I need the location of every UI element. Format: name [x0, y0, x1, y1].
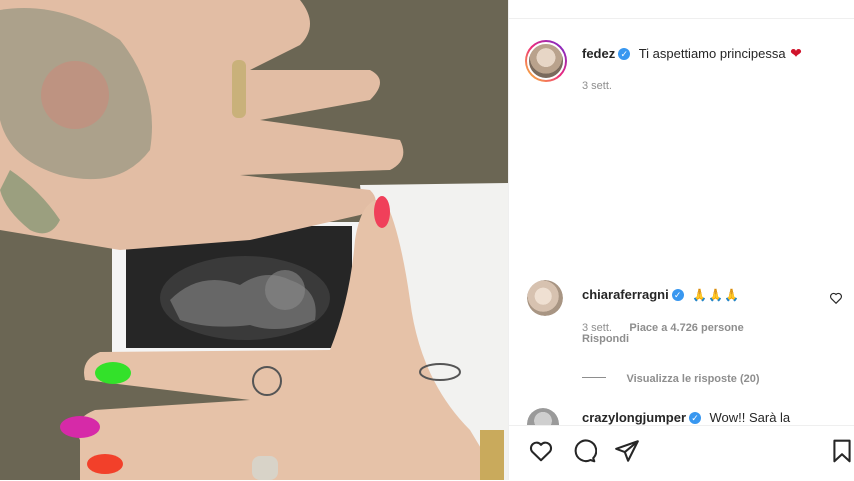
comment-partial: crazylongjumper ✓ Wow!! Sarà la — [509, 405, 854, 425]
reply-button[interactable]: Rispondi — [582, 333, 629, 345]
view-replies[interactable]: Visualizza le risposte (20) — [582, 369, 760, 387]
verified-icon: ✓ — [671, 288, 684, 301]
author-avatar[interactable] — [525, 40, 567, 82]
verified-icon: ✓ — [618, 47, 631, 60]
divider — [509, 18, 854, 19]
post-photo[interactable] — [0, 0, 508, 480]
verified-icon: ✓ — [689, 411, 702, 424]
comment-username[interactable]: crazylongjumper — [582, 410, 686, 425]
replies-line — [582, 377, 606, 379]
action-bar — [509, 425, 854, 481]
post-side-panel: fedez ✓ Ti aspettiamo principessa ❤ 3 set… — [508, 0, 854, 480]
heart-icon[interactable] — [528, 438, 554, 464]
post-time[interactable]: 3 sett. — [582, 80, 612, 92]
author-username[interactable]: fedez — [582, 46, 615, 61]
comment-likes[interactable]: Piace a 4.726 persone — [629, 322, 743, 334]
commenter-avatar[interactable] — [527, 280, 563, 316]
caption: fedez ✓ Ti aspettiamo principessa ❤ — [582, 45, 802, 63]
caption-text: Ti aspettiamo principessa — [638, 46, 786, 61]
bookmark-icon[interactable] — [829, 438, 854, 464]
commenter-avatar[interactable] — [527, 408, 559, 425]
comment-username[interactable]: chiaraferragni — [582, 287, 669, 302]
comment: chiaraferragni ✓ 🙏🙏🙏 — [582, 286, 740, 304]
share-icon[interactable] — [614, 438, 640, 464]
comment-text: Wow!! Sarà la — [709, 410, 791, 425]
comment-text: 🙏🙏🙏 — [692, 288, 740, 302]
comment-icon[interactable] — [571, 438, 597, 464]
heart-emoji: ❤ — [790, 45, 802, 61]
view-replies-label[interactable]: Visualizza le risposte (20) — [626, 373, 759, 385]
ultrasound-hands-image — [0, 0, 508, 480]
small-heart-icon[interactable] — [829, 291, 843, 305]
